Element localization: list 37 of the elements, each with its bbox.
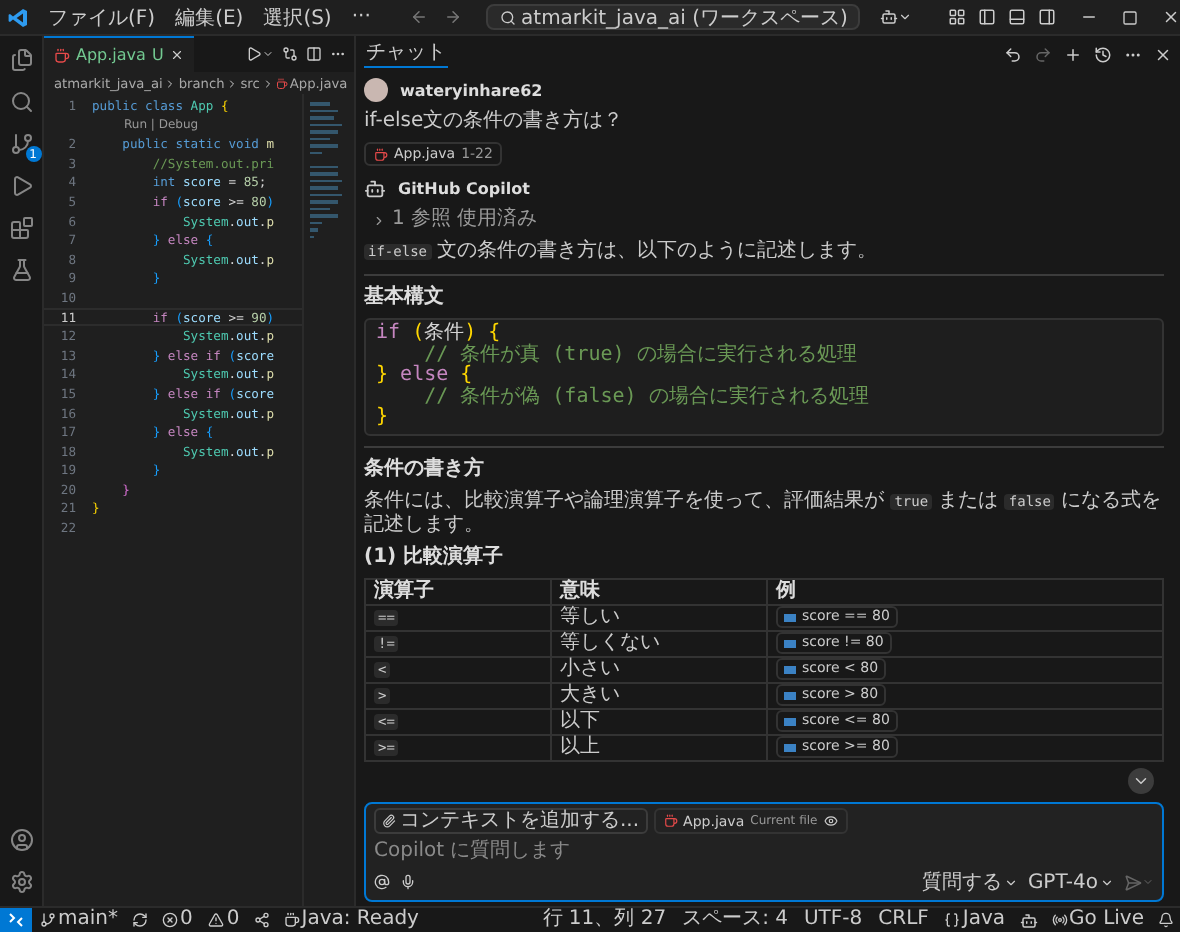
- references-toggle[interactable]: 1 参照 使用済み: [364, 208, 538, 232]
- status-item[interactable]: Go Live: [1067, 908, 1152, 932]
- status-item[interactable]: 0: [178, 908, 201, 932]
- table-cell: 以下: [551, 708, 767, 734]
- table-cell: 等しくない: [551, 630, 767, 656]
- section-heading: (1) 比較演算子: [364, 545, 506, 569]
- user-name: wateryinhare62: [400, 81, 543, 99]
- menu-item[interactable]: 編集(E): [167, 3, 252, 31]
- status-item[interactable]: 0: [224, 908, 248, 932]
- mode-dropdown[interactable]: 質問する: [921, 868, 1018, 896]
- menu-item[interactable]: 選択(S): [255, 3, 340, 31]
- command-search-field[interactable]: atmarkit_java_ai (ワークスペース): [486, 4, 860, 30]
- column-header: 例: [767, 578, 1163, 604]
- status-item[interactable]: Java: [960, 908, 1014, 932]
- model-dropdown[interactable]: GPT-4o: [1027, 871, 1114, 893]
- status-item[interactable]: スペース: 4: [674, 908, 796, 932]
- status-item[interactable]: 行 11、列 27: [534, 908, 675, 932]
- status-item[interactable]: UTF-8: [795, 908, 871, 932]
- add-context-button[interactable]: コンテキストを追加する...: [374, 808, 648, 834]
- section-heading: 条件の書き方: [364, 457, 486, 481]
- editor-tab[interactable]: App.java U: [44, 36, 194, 72]
- status-item[interactable]: main*: [56, 908, 126, 932]
- table-cell: 以上: [551, 734, 767, 760]
- menu-item[interactable]: ファイル(F): [40, 3, 164, 31]
- column-header: 演算子: [365, 578, 551, 604]
- user-question: if-else文の条件の書き方は？: [364, 110, 626, 134]
- table-cell: 小さい: [551, 656, 767, 682]
- column-header: 意味: [551, 578, 767, 604]
- chat-tab[interactable]: チャット: [364, 41, 448, 67]
- table-cell: 等しい: [551, 604, 767, 630]
- status-item[interactable]: CRLF: [870, 908, 937, 932]
- menu-item[interactable]: ···: [343, 6, 379, 28]
- assistant-name: GitHub Copilot: [398, 180, 530, 198]
- section-heading: 基本構文: [364, 286, 446, 310]
- status-item[interactable]: Java: Ready: [299, 908, 427, 932]
- code-block: if (条件) { // 条件が真 (true) の場合に実行される処理 } else { // 条件が偽 (false) の場合に実行される処理 }: [364, 318, 1164, 435]
- table-cell: 大きい: [551, 682, 767, 708]
